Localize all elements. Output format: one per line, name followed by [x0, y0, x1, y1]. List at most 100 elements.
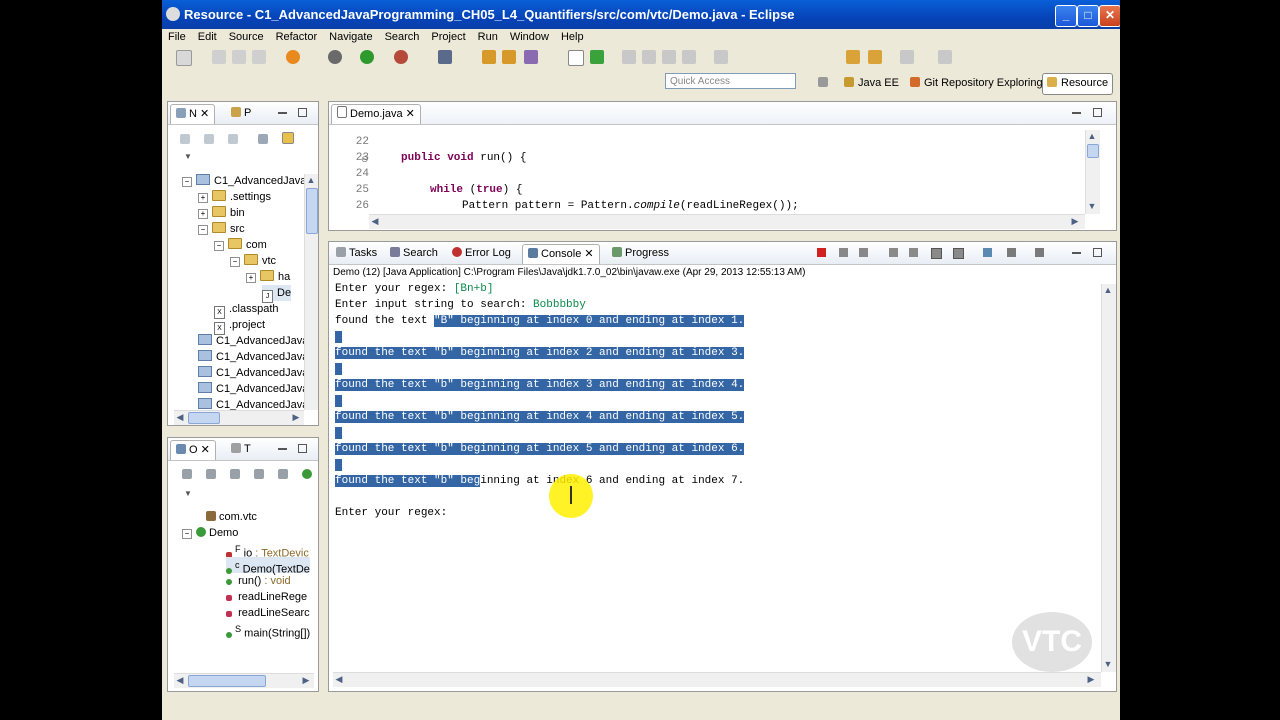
forward-icon[interactable]: [900, 50, 914, 64]
close-icon[interactable]: ✕: [406, 108, 415, 120]
forward-nav-icon[interactable]: [868, 50, 882, 64]
open-perspective-button[interactable]: [814, 73, 836, 93]
forward-arrow-icon[interactable]: [204, 134, 215, 144]
close-icon[interactable]: ✕: [584, 248, 593, 260]
server-icon[interactable]: [286, 50, 300, 64]
open-console-icon[interactable]: [1035, 248, 1044, 257]
code-line[interactable]: Pattern pattern = Pattern.compile(readLi…: [462, 198, 799, 214]
paragraph-icon[interactable]: [682, 50, 696, 64]
tab-package-explorer[interactable]: P: [226, 104, 256, 123]
view-menu-icon[interactable]: ▼: [184, 152, 192, 161]
menu-refactor[interactable]: Refactor: [270, 29, 324, 46]
menu-help[interactable]: Help: [555, 29, 590, 46]
tab-error-log[interactable]: Error Log: [447, 244, 516, 263]
console-output[interactable]: Enter your regex: [Bn+b] Enter input str…: [335, 281, 745, 521]
menu-window[interactable]: Window: [504, 29, 555, 46]
scroll-left-icon[interactable]: ◀: [333, 673, 345, 685]
scroll-thumb[interactable]: [1087, 144, 1099, 158]
tree-item[interactable]: readLineRege: [226, 589, 307, 605]
fold-toggle-icon[interactable]: ⊖: [361, 154, 369, 165]
tree-item[interactable]: − com: [214, 237, 267, 253]
minimize-view-button[interactable]: [278, 108, 287, 114]
prev-annotation-icon[interactable]: [642, 50, 656, 64]
scroll-down-icon[interactable]: ▼: [1086, 200, 1098, 212]
tree-item[interactable]: + bin: [198, 205, 245, 221]
print-icon[interactable]: [252, 50, 266, 64]
up-arrow-icon[interactable]: [228, 134, 239, 144]
editor-hscroll[interactable]: ◀ ▶: [369, 214, 1085, 229]
back-icon[interactable]: [846, 50, 860, 64]
back-arrow-icon[interactable]: [180, 134, 190, 144]
scroll-thumb[interactable]: [306, 188, 318, 234]
tree-item[interactable]: − vtc: [230, 253, 276, 269]
show-whitespace-icon[interactable]: [590, 50, 604, 64]
code-line[interactable]: while (true) {: [430, 182, 522, 198]
tree-item[interactable]: − C1_AdvancedJava: [182, 173, 306, 189]
display-console-icon[interactable]: [1007, 248, 1016, 257]
scroll-right-icon[interactable]: ▶: [290, 411, 302, 423]
perspective-resource[interactable]: Resource: [1042, 73, 1114, 95]
tree-item[interactable]: − Demo: [182, 525, 238, 541]
menu-run[interactable]: Run: [472, 29, 504, 46]
pin-editor-icon[interactable]: [662, 50, 676, 64]
console-hscroll[interactable]: ◀ ▶: [333, 672, 1101, 687]
sort-icon[interactable]: [182, 469, 192, 479]
navigator-vscroll[interactable]: ▲: [304, 174, 318, 410]
collapse-all-icon[interactable]: [258, 134, 269, 144]
tree-item[interactable]: + ha: [246, 269, 290, 285]
clear-console-icon[interactable]: [889, 248, 898, 257]
open-task-icon[interactable]: [502, 50, 516, 64]
tree-item[interactable]: X .classpath: [214, 301, 279, 319]
remove-launch-icon[interactable]: [839, 248, 848, 257]
tree-item[interactable]: com.vtc: [206, 509, 257, 525]
perspective-java-ee[interactable]: Java EE: [840, 73, 903, 93]
close-icon[interactable]: ✕: [200, 108, 209, 120]
minimize-view-button[interactable]: [278, 444, 287, 450]
tree-item[interactable]: S main(String[]): [226, 621, 310, 640]
tab-progress[interactable]: Progress: [607, 244, 674, 263]
tab-tasks[interactable]: Tasks: [331, 244, 382, 263]
new-java-class-icon[interactable]: [438, 50, 452, 64]
maximize-button[interactable]: □: [1077, 5, 1099, 27]
tree-item[interactable]: C1_AdvancedJava: [198, 365, 308, 381]
console-vscroll[interactable]: ▲ ▼: [1101, 284, 1116, 672]
menu-navigate[interactable]: Navigate: [323, 29, 378, 46]
minimize-editor-button[interactable]: [1072, 108, 1081, 114]
terminate-icon[interactable]: [817, 248, 826, 257]
maximize-view-button[interactable]: [298, 444, 307, 453]
search-icon[interactable]: [524, 50, 538, 64]
scroll-right-icon[interactable]: ▶: [300, 674, 312, 686]
navigator-hscroll[interactable]: ◀ ▶: [174, 410, 304, 425]
tree-item[interactable]: c Demo(TextDe: [226, 557, 310, 576]
tree-item[interactable]: − src: [198, 221, 245, 237]
scroll-left-icon[interactable]: ◀: [174, 674, 186, 686]
tree-item[interactable]: X .project: [214, 317, 265, 335]
menu-source[interactable]: Source: [223, 29, 270, 46]
minimize-view-button[interactable]: [1072, 248, 1081, 254]
scroll-up-icon[interactable]: ▲: [305, 174, 317, 186]
hide-local-types-icon[interactable]: [302, 469, 313, 479]
link-editor-icon[interactable]: [282, 132, 295, 144]
tree-item[interactable]: readLineSearc: [226, 605, 310, 621]
scroll-down-icon[interactable]: ▼: [1102, 658, 1114, 670]
tree-item[interactable]: + .settings: [198, 189, 271, 205]
open-type-icon[interactable]: [482, 50, 496, 64]
show-stderr-icon[interactable]: [953, 248, 964, 259]
view-menu-icon[interactable]: ▼: [184, 489, 192, 498]
close-icon[interactable]: ✕: [201, 444, 210, 456]
tab-outline[interactable]: O ✕: [170, 440, 216, 460]
menu-search[interactable]: Search: [379, 29, 426, 46]
scroll-right-icon[interactable]: ▶: [1069, 215, 1081, 227]
scroll-left-icon[interactable]: ◀: [174, 411, 186, 423]
maximize-view-button[interactable]: [1093, 248, 1102, 257]
pin-icon[interactable]: [938, 50, 952, 64]
tab-demo-java[interactable]: Demo.java ✕: [331, 104, 421, 124]
show-stdout-icon[interactable]: [931, 248, 942, 259]
close-button[interactable]: ✕: [1099, 5, 1120, 27]
hide-static-icon[interactable]: [254, 469, 265, 479]
outline-hscroll[interactable]: ◀ ▶: [174, 673, 314, 688]
menu-edit[interactable]: Edit: [192, 29, 223, 46]
tab-search[interactable]: Search: [385, 244, 443, 263]
minimize-button[interactable]: _: [1055, 5, 1077, 27]
remove-all-icon[interactable]: [859, 248, 868, 257]
